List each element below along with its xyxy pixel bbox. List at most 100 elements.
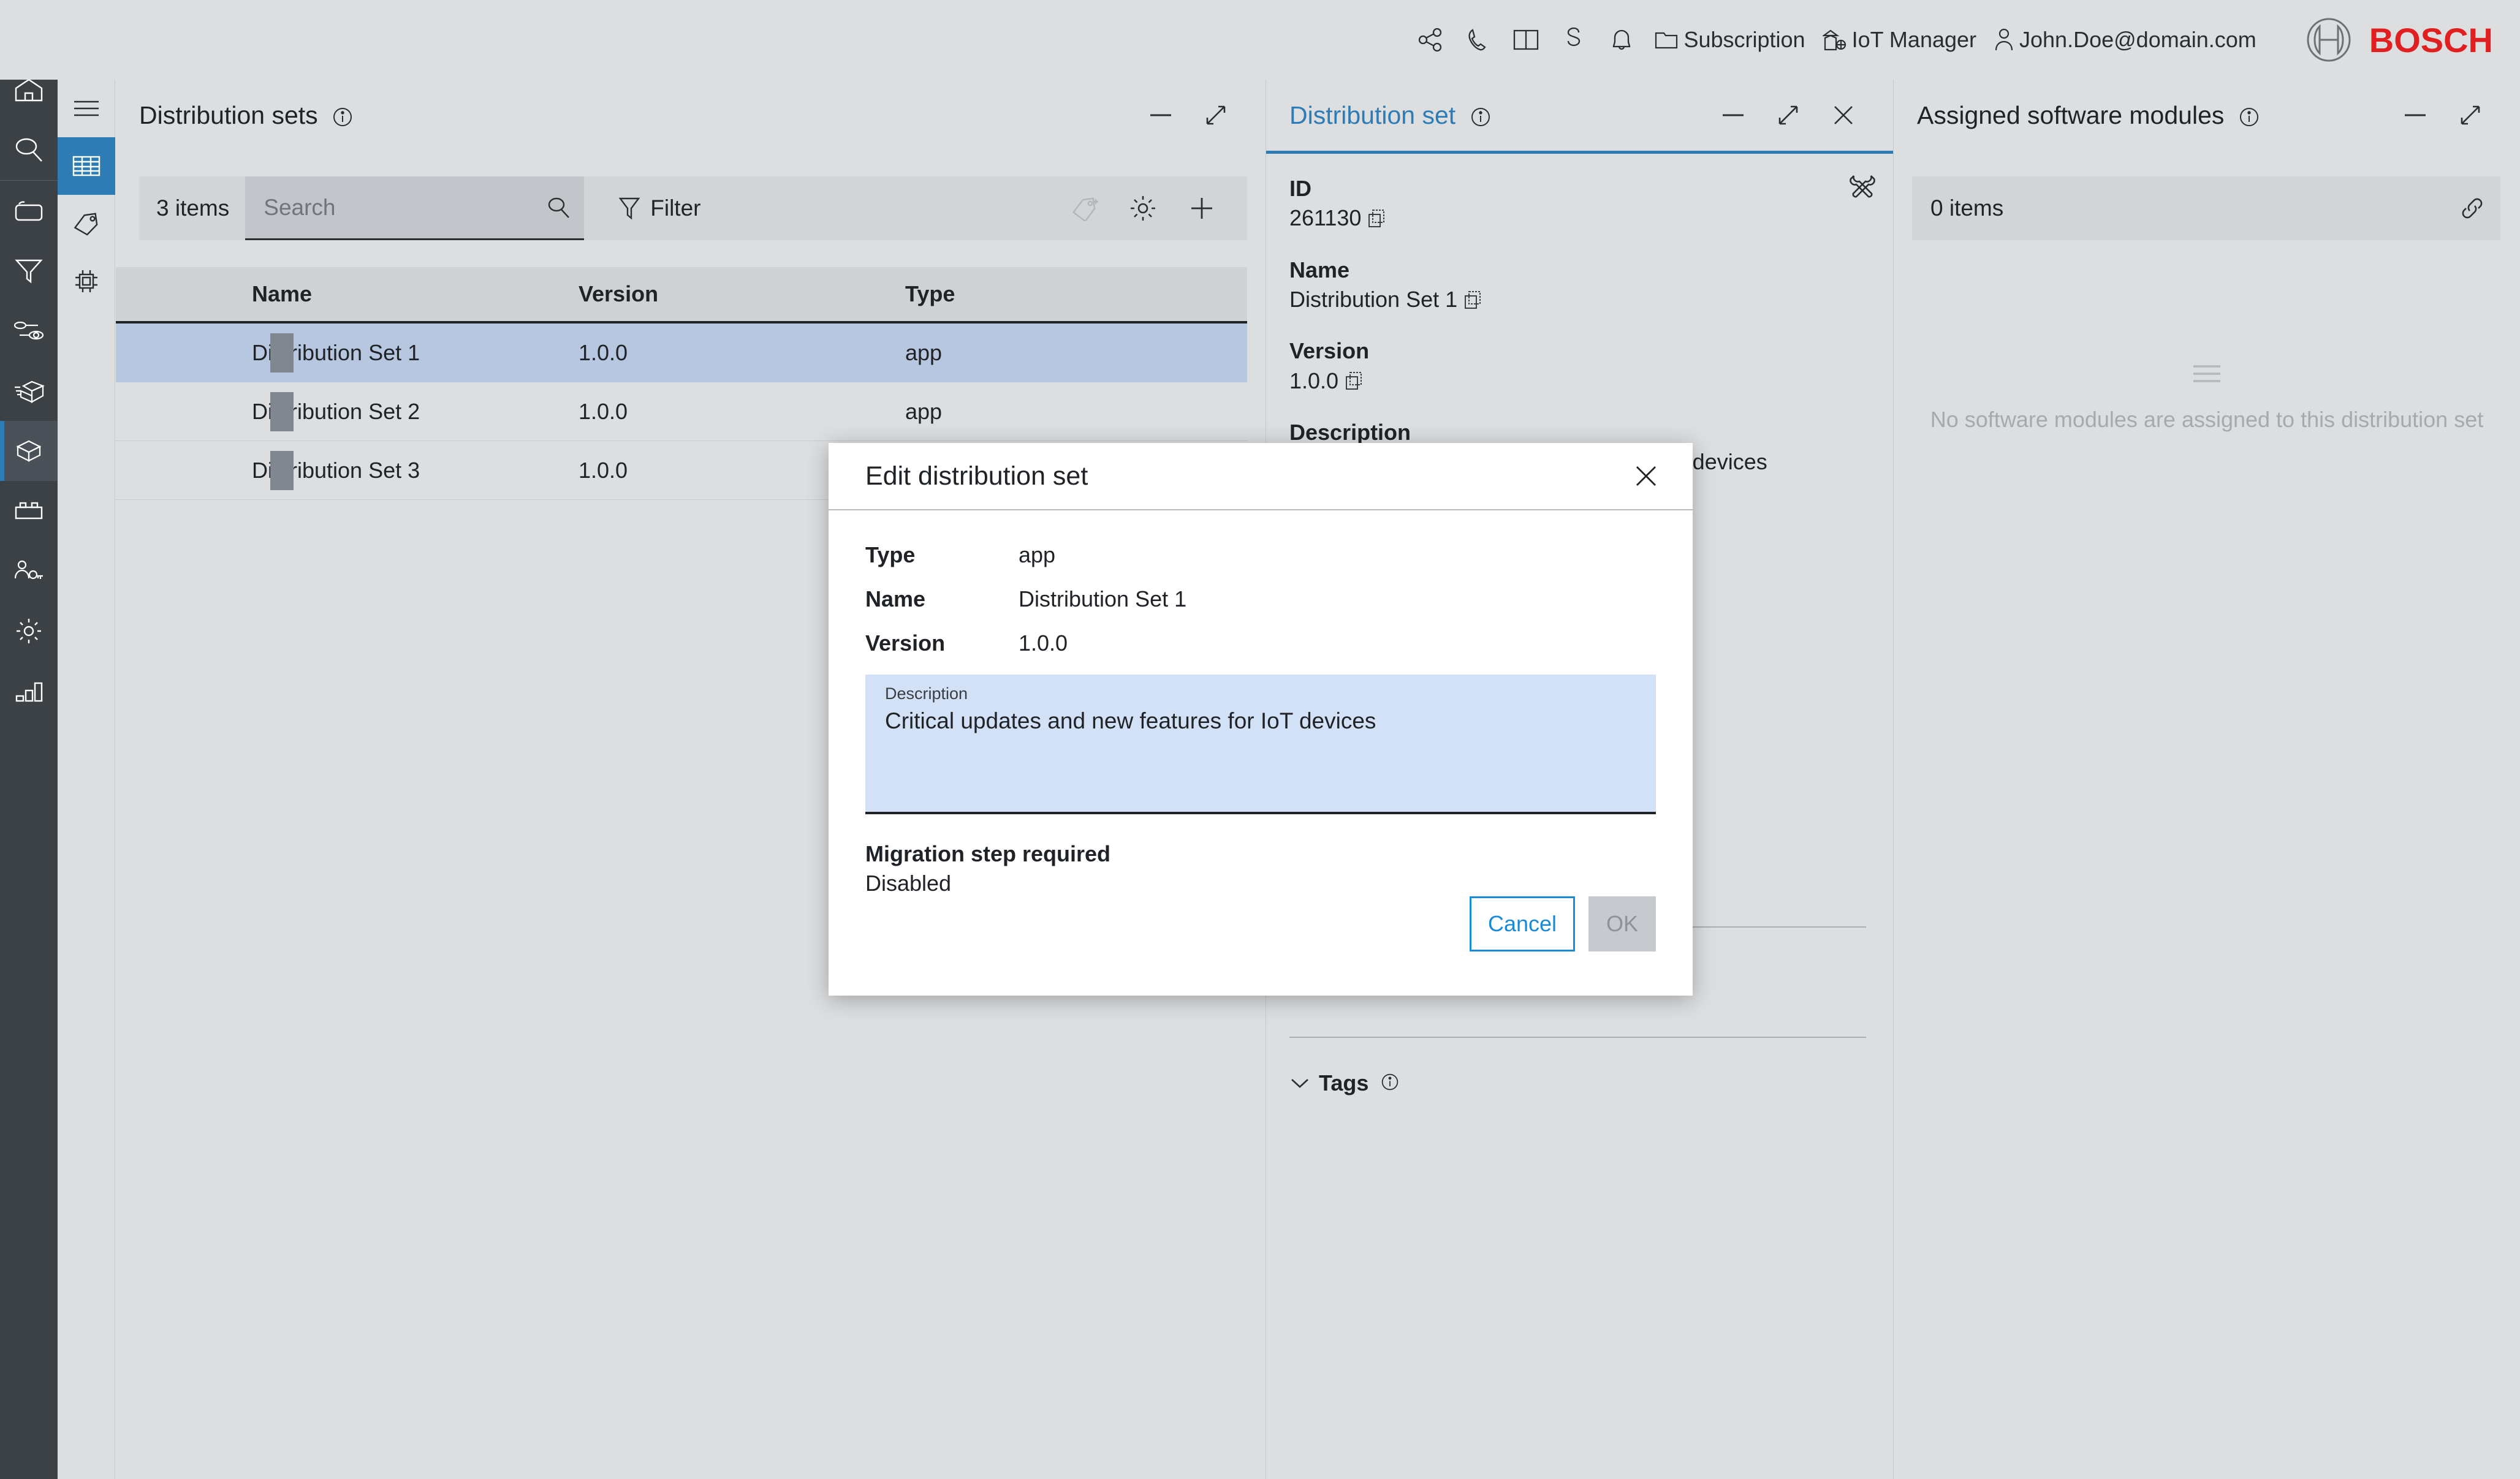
phone-button[interactable] (1454, 16, 1502, 64)
field-label: Version (1289, 338, 1866, 363)
table-row[interactable]: Distribution Set 1 1.0.0 app (116, 323, 1247, 382)
home-icon (14, 77, 44, 103)
bosch-symbol-icon (2306, 17, 2352, 63)
list-icon (2190, 363, 2224, 385)
sidebar-item-devices[interactable] (0, 181, 58, 241)
copy-icon[interactable] (1367, 208, 1386, 228)
panel-header-actions (1133, 88, 1243, 143)
cell-name: Distribution Set 3 (252, 458, 579, 483)
sidebar-item-settings[interactable] (0, 601, 58, 661)
table-header-row: Name Version Type (116, 267, 1247, 323)
section-label: Tags (1319, 1070, 1368, 1096)
assign-module-button[interactable] (2459, 195, 2486, 222)
docs-button[interactable] (1502, 16, 1550, 64)
cancel-button[interactable]: Cancel (1470, 896, 1575, 951)
user-menu[interactable]: John.Doe@domain.com (1985, 16, 2265, 64)
tag-icon (72, 211, 101, 236)
modules-empty-state: No software modules are assigned to this… (1894, 363, 2520, 433)
dialog-row-name: Name Distribution Set 1 (865, 586, 1656, 612)
sidebar-item-reports[interactable] (0, 661, 58, 721)
distribution-sets-panel-header: Distribution sets (116, 80, 1266, 151)
info-icon[interactable] (332, 107, 353, 127)
row-value: Distribution Set 1 (1019, 586, 1186, 612)
folder-icon (1654, 29, 1679, 50)
sidebar-item-modules[interactable] (0, 481, 58, 541)
cell-type: app (905, 340, 1232, 366)
row-value: app (1019, 542, 1055, 568)
info-icon[interactable] (2239, 107, 2260, 127)
book-icon (1512, 28, 1539, 51)
copy-icon[interactable] (1345, 371, 1363, 390)
row-select-box[interactable] (270, 451, 294, 490)
close-icon (1831, 103, 1856, 127)
secondary-item-tags[interactable] (58, 195, 115, 252)
filter-button[interactable]: Filter (618, 195, 700, 221)
minimize-icon (1149, 112, 1172, 118)
secondary-menu-toggle[interactable] (58, 80, 115, 137)
minimize-button[interactable] (2388, 88, 2443, 143)
sidebar-item-software-modules[interactable] (0, 361, 58, 421)
secondary-item-distribution-sets[interactable] (58, 137, 115, 195)
detail-section-tags[interactable]: Tags (1289, 1054, 1866, 1113)
search-icon[interactable] (546, 195, 571, 220)
add-distribution-set-button[interactable] (1172, 179, 1231, 238)
assign-tag-button[interactable] (1055, 179, 1114, 238)
info-icon[interactable] (1470, 107, 1491, 127)
info-icon[interactable] (1381, 1073, 1402, 1094)
table-row[interactable]: Distribution Set 2 1.0.0 app (116, 382, 1247, 441)
sidebar-item-access[interactable] (0, 541, 58, 601)
header-icon-group (1406, 16, 1645, 64)
copy-icon[interactable] (1463, 290, 1482, 309)
minimize-button[interactable] (1706, 88, 1761, 143)
cell-type: app (905, 399, 1232, 425)
iot-manager-label: IoT Manager (1852, 27, 1976, 53)
user-icon (1994, 28, 2014, 52)
dialog-row-version: Version 1.0.0 (865, 630, 1656, 656)
sidebar-item-distribution-sets[interactable] (0, 421, 58, 481)
top-header-bar: Subscription IoT Manager John.Doe@domain… (0, 0, 2520, 80)
column-header-version[interactable]: Version (579, 281, 905, 307)
column-header-name[interactable]: Name (252, 281, 579, 307)
column-settings-button[interactable] (1114, 179, 1172, 238)
field-value: Distribution Set 1 (1289, 286, 1457, 312)
expand-button[interactable] (1761, 88, 1816, 143)
detail-field-name: Name Distribution Set 1 (1289, 257, 1866, 313)
expand-button[interactable] (2443, 88, 2498, 143)
factory-icon (1823, 28, 1847, 51)
dialog-migration-step: Migration step required Disabled (865, 841, 1656, 896)
legal-button[interactable] (1550, 16, 1598, 64)
secondary-item-chips[interactable] (58, 252, 115, 310)
modules-toolbar: 0 items (1912, 176, 2500, 240)
ok-button[interactable]: OK (1588, 896, 1656, 951)
filter-icon (15, 257, 43, 284)
row-label: Version (865, 630, 1019, 656)
share-button[interactable] (1406, 16, 1454, 64)
provisioning-icon (13, 320, 45, 342)
dialog-close-button[interactable] (1620, 450, 1672, 502)
device-icon (13, 199, 44, 222)
subscription-menu[interactable]: Subscription (1645, 16, 1813, 64)
dialog-footer: Cancel OK (829, 896, 1693, 951)
field-value: 1.0.0 (1289, 368, 1338, 394)
share-icon (1418, 27, 1443, 53)
notifications-button[interactable] (1598, 16, 1645, 64)
search-field[interactable] (245, 176, 584, 240)
secondary-nav-rail (58, 80, 115, 1479)
minimize-button[interactable] (1133, 88, 1188, 143)
sidebar-item-search[interactable] (0, 120, 58, 180)
sidebar-item-filter[interactable] (0, 241, 58, 301)
description-value: Critical updates and new features for Io… (885, 708, 1636, 734)
detail-panel-header: Distribution set (1266, 80, 1893, 151)
row-select-box[interactable] (270, 333, 294, 373)
row-select-box[interactable] (270, 392, 294, 431)
sidebar-item-provisioning[interactable] (0, 301, 58, 361)
search-input[interactable] (245, 176, 584, 238)
iot-manager-menu[interactable]: IoT Manager (1814, 16, 1985, 64)
expand-button[interactable] (1188, 88, 1243, 143)
section-divider (1289, 1037, 1866, 1038)
column-header-type[interactable]: Type (905, 281, 1232, 307)
tools-icon[interactable] (1848, 172, 1877, 202)
description-textarea[interactable]: Description Critical updates and new fea… (865, 675, 1656, 814)
close-button[interactable] (1816, 88, 1871, 143)
detail-header-actions (1706, 88, 1871, 143)
